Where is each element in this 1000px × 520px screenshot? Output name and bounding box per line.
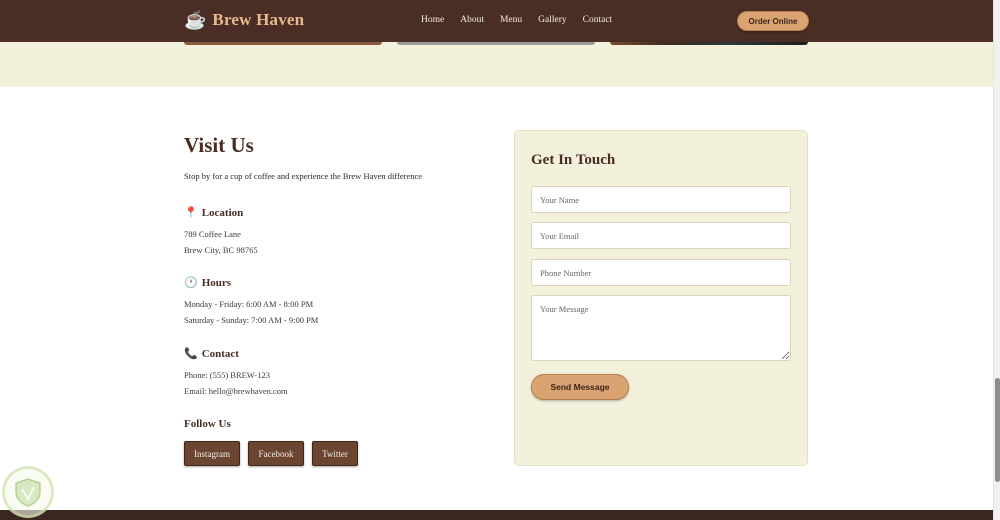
order-online-button[interactable]: Order Online — [737, 11, 809, 31]
address-line-1: 789 Coffee Lane — [184, 229, 241, 239]
location-info: 📍 Location 789 Coffee Lane Brew City, BC… — [184, 206, 258, 258]
nav-link-home[interactable]: Home — [421, 15, 444, 25]
hours-lines: Monday - Friday: 6:00 AM - 8:00 PM Satur… — [184, 296, 318, 328]
contact-email: Email: hello@brewhaven.com — [184, 386, 288, 396]
nav-link-about[interactable]: About — [460, 15, 484, 25]
visit-title: Visit Us — [184, 133, 254, 157]
gallery-image[interactable] — [397, 42, 595, 45]
footer — [0, 510, 993, 520]
follow-us-heading: Follow Us — [184, 418, 231, 430]
clock-icon: 🕐 — [184, 277, 198, 289]
message-textarea[interactable] — [531, 295, 791, 361]
nav-link-gallery[interactable]: Gallery — [538, 15, 567, 25]
email-input[interactable] — [531, 222, 791, 249]
hours-weekday: Monday - Friday: 6:00 AM - 8:00 PM — [184, 299, 314, 309]
gallery-section-bottom — [0, 42, 993, 87]
form-title: Get In Touch — [531, 152, 616, 168]
send-message-button[interactable]: Send Message — [531, 374, 629, 400]
hours-info: 🕐 Hours Monday - Friday: 6:00 AM - 8:00 … — [184, 276, 318, 328]
phone-input[interactable] — [531, 259, 791, 286]
contact-phone: Phone: (555) BREW-123 — [184, 370, 270, 380]
coffee-cup-icon: ☕ — [184, 10, 207, 30]
nav-link-contact[interactable]: Contact — [583, 15, 613, 25]
location-heading-row: 📍 Location — [184, 206, 258, 220]
brand-name: Brew Haven — [212, 10, 305, 29]
visit-section: Visit Us Stop by for a cup of coffee and… — [184, 133, 494, 181]
map-pin-icon: 📍 — [184, 207, 198, 219]
twitter-button[interactable]: Twitter — [312, 441, 358, 466]
phone-icon: 📞 — [184, 348, 198, 360]
navbar: ☕ Brew Haven Home About Menu Gallery Con… — [0, 0, 993, 42]
brand-logo[interactable]: ☕ Brew Haven — [184, 9, 304, 31]
visit-subtitle: Stop by for a cup of coffee and experien… — [184, 171, 423, 181]
contact-form-card: Get In Touch Send Message — [514, 130, 808, 466]
location-lines: 789 Coffee Lane Brew City, BC 98765 — [184, 226, 258, 258]
gallery-image[interactable] — [610, 42, 808, 45]
contact-info: 📞 Contact Phone: (555) BREW-123 Email: h… — [184, 347, 288, 399]
address-line-2: Brew City, BC 98765 — [184, 245, 258, 255]
contact-heading-row: 📞 Contact — [184, 347, 288, 361]
hours-weekend: Saturday - Sunday: 7:00 AM - 9:00 PM — [184, 315, 319, 325]
hours-heading: Hours — [201, 276, 232, 289]
nav-link-menu[interactable]: Menu — [500, 15, 522, 25]
contact-heading: Contact — [201, 347, 239, 360]
page-scrollbar[interactable] — [993, 0, 1000, 520]
scrollbar-thumb[interactable] — [995, 378, 1000, 482]
contact-lines: Phone: (555) BREW-123 Email: hello@brewh… — [184, 367, 288, 399]
instagram-button[interactable]: Instagram — [184, 441, 240, 466]
watermark-badge — [2, 466, 54, 518]
shield-icon — [15, 478, 41, 507]
nav-links: Home About Menu Gallery Contact — [421, 15, 612, 25]
gallery-image[interactable] — [184, 42, 382, 45]
hours-heading-row: 🕐 Hours — [184, 276, 318, 290]
name-input[interactable] — [531, 186, 791, 213]
location-heading: Location — [201, 206, 244, 219]
facebook-button[interactable]: Facebook — [248, 441, 304, 466]
